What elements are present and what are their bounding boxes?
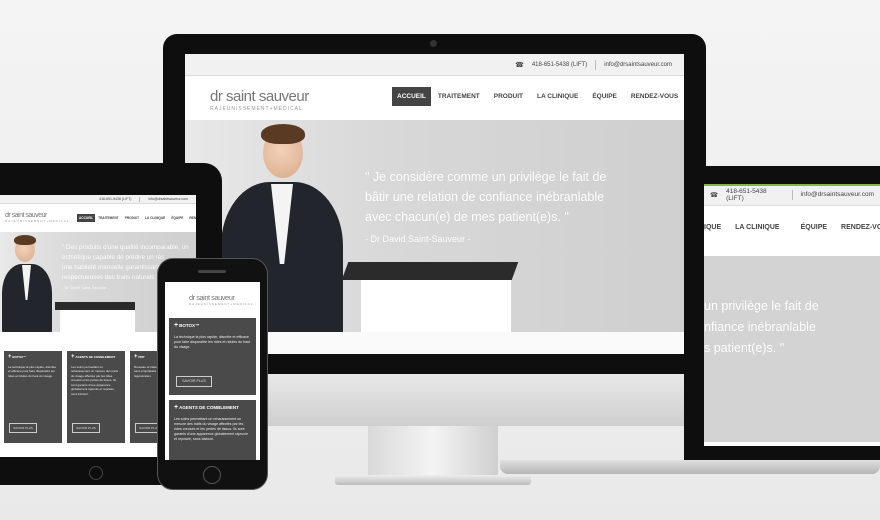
tablet-email[interactable]: info@drsaintsauveur.com: [148, 197, 188, 201]
nav-traitement[interactable]: TRAITEMENT: [431, 87, 487, 106]
card-body: La technique la plus rapide, discrète et…: [8, 364, 57, 378]
nav-equipe[interactable]: ÉQUIPE: [585, 87, 624, 106]
savoir-plus-button[interactable]: SAVOIR PLUS: [72, 423, 100, 433]
nav-produit[interactable]: PRODUIT: [487, 87, 530, 106]
logo-subtitle: RAJEUNISSEMENT+MÉDICAL: [5, 219, 69, 223]
topbar-separator: [595, 59, 597, 70]
phone-card-botox: + BOTOX™ La technique la plus rapide, di…: [169, 318, 256, 395]
desktop-quote: " Je considère comme un privilège le fai…: [365, 167, 606, 249]
phone-icon: ☎: [710, 191, 719, 199]
nav-accueil[interactable]: ACCUEIL: [392, 86, 431, 106]
logo-subtitle: RAJEUNISSEMENT+MÉDICAL: [189, 302, 253, 306]
quote-line: un privilège le fait de: [704, 299, 819, 313]
desktop-logo[interactable]: dr saint sauveur RAJEUNISSEMENT+MÉDICAL: [210, 88, 309, 112]
quote-line: nfiance inébranlable: [704, 320, 816, 334]
card-title: BOTOX™: [12, 355, 26, 359]
logo-sub-b: MÉDICAL: [49, 219, 70, 223]
laptop-screen: ☎ 418-651-5438 (LIFT) info@drsaintsauveu…: [704, 184, 880, 446]
tablet-home-button[interactable]: [89, 466, 103, 480]
nav-rendez-vous[interactable]: RENDEZ-VOUS: [624, 87, 684, 106]
phone-home-button[interactable]: [203, 466, 221, 484]
phone-icon: ☎: [515, 61, 524, 69]
nav-la-clinique[interactable]: LA CLINIQUE: [724, 220, 790, 235]
logo-text: dr saint sauveur: [189, 293, 235, 302]
logo-subtitle: RAJEUNISSEMENT+MÉDICAL: [210, 106, 309, 112]
laptop-quote: un privilège le fait de nfiance inébranl…: [704, 296, 819, 359]
nav-produit[interactable]: PRODUIT: [122, 214, 142, 222]
savoir-plus-button[interactable]: SAVOIR PLUS: [9, 423, 37, 433]
doctor-hair: [14, 235, 36, 245]
camera-icon: [430, 40, 437, 47]
plus-icon: +: [134, 354, 138, 360]
laptop-topbar: ☎ 418-651-5438 (LIFT) info@drsaintsauveu…: [704, 184, 880, 206]
monitor-stand-base: [335, 475, 531, 485]
monitor-stand-neck: [368, 425, 498, 480]
nav-produit-partial[interactable]: IQUE: [704, 220, 724, 235]
nav-la-clinique[interactable]: LA CLINIQUE: [530, 87, 585, 106]
laptop-nav: IQUE LA CLINIQUE ÉQUIPE RENDEZ-VOUS: [704, 220, 880, 235]
logo-sub-a: RAJEUNISSEMENT: [189, 302, 231, 306]
doctor-hair: [261, 124, 305, 144]
logo-sub-a: RAJEUNISSEMENT: [210, 106, 270, 112]
card-title: AGENTS DE COMBLEMENT: [75, 355, 116, 359]
desktop-email[interactable]: info@drsaintsauveur.com: [604, 62, 672, 68]
phone-card-agents: + AGENTS DE COMBLEMENT Les soins permett…: [169, 400, 256, 460]
plus-icon: +: [174, 404, 179, 411]
quote-line: avec chacun(e) de mes patient(e)s. ": [365, 210, 569, 224]
laptop-email[interactable]: info@drsaintsauveur.com: [801, 191, 874, 198]
phone-screen: dr saint sauveur RAJEUNISSEMENT+MÉDICAL …: [165, 282, 260, 460]
quote-line: " Je considère comme un privilège le fai…: [365, 170, 607, 184]
quote-line: " Des produits d'une qualité incomparabl…: [62, 244, 189, 251]
counter-top: [341, 262, 519, 280]
phone-logo[interactable]: dr saint sauveur RAJEUNISSEMENT+MÉDICAL: [189, 293, 253, 306]
quote-line: bâtir une relation de confiance inébranl…: [365, 190, 605, 204]
logo-text: dr saint sauveur: [210, 88, 309, 105]
logo-text: dr saint sauveur: [5, 212, 47, 219]
plus-icon: +: [8, 354, 12, 360]
counter-top: [55, 302, 135, 310]
tablet-card-botox: + BOTOX™ La technique la plus rapide, di…: [4, 351, 62, 443]
tablet-topbar: 418-651-5438 (LIFT) info@drsaintsauveur.…: [0, 195, 196, 204]
card-title: BOTOX™: [179, 323, 200, 328]
card-body: Les soins permettant un rehaussement un …: [174, 417, 249, 441]
plus-icon: +: [174, 322, 179, 329]
desktop-nav: ACCUEIL TRAITEMENT PRODUIT LA CLINIQUE É…: [392, 86, 684, 106]
quote-line: s patient(e)s. ": [704, 341, 785, 355]
nav-traitement[interactable]: TRAITEMENT: [95, 214, 122, 222]
nav-rendez-vous[interactable]: RENDEZ-VOUS: [837, 220, 880, 235]
logo-sub-a: RAJEUNISSEMENT: [5, 219, 47, 223]
quote-author: - Dr David Saint-Sauveur -: [365, 234, 471, 244]
tablet-nav: ACCUEIL TRAITEMENT PRODUIT LA CLINIQUE É…: [77, 214, 196, 222]
laptop-phone[interactable]: 418-651-5438 (LIFT): [726, 188, 783, 202]
phone-speaker: [198, 270, 226, 273]
card-title: PRP: [138, 355, 145, 359]
tablet-phone[interactable]: 418-651-5438 (LIFT): [99, 197, 131, 201]
desktop-phone[interactable]: 418-651-5438 (LIFT): [532, 62, 587, 68]
tablet-logo[interactable]: dr saint sauveur RAJEUNISSEMENT+MÉDICAL: [5, 212, 69, 223]
counter: [60, 310, 135, 332]
laptop-base: [500, 460, 880, 474]
nav-equipe[interactable]: ÉQUIPE: [791, 220, 837, 235]
nav-accueil[interactable]: ACCUEIL: [77, 214, 96, 222]
card-body: Les soins permettant un rehaussement un …: [71, 364, 119, 396]
logo-sub-b: MÉDICAL: [273, 106, 303, 112]
topbar-separator: [139, 196, 141, 202]
counter: [361, 280, 511, 332]
savoir-plus-button[interactable]: SAVOIR PLUS: [176, 376, 212, 387]
nav-la-clinique[interactable]: LA CLINIQUE: [142, 214, 168, 222]
laptop-hero: un privilège le fait de nfiance inébranl…: [704, 256, 880, 442]
card-title: AGENTS DE COMBLEMENT: [179, 405, 239, 410]
plus-icon: +: [71, 354, 75, 360]
logo-sub-b: MÉDICAL: [233, 302, 254, 306]
nav-rendez-vous[interactable]: RENDEZ-VOUS: [186, 214, 196, 222]
topbar-separator: [791, 189, 793, 200]
desktop-topbar: ☎ 418-651-5438 (LIFT) info@drsaintsauveu…: [185, 54, 684, 76]
laptop-accent-line: [704, 184, 880, 186]
tablet-card-agents: + AGENTS DE COMBLEMENT Les soins permett…: [67, 351, 125, 443]
nav-equipe[interactable]: ÉQUIPE: [168, 214, 186, 222]
card-body: La technique la plus rapide, discrète et…: [174, 335, 251, 349]
